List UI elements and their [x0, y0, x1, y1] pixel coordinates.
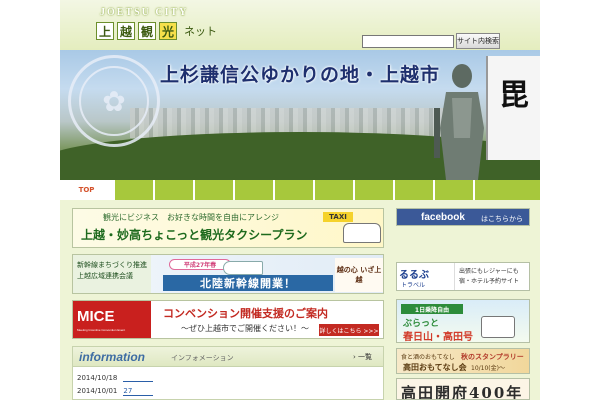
- mice-logo-subtext: Meeting Incentive Convention Event: [77, 328, 126, 332]
- information-header: information インフォメーション › 一覧: [73, 347, 383, 367]
- mice-subtitle: ～ぜひ上越市でご開催ください！～: [181, 324, 309, 333]
- facebook-link[interactable]: facebook はこちらから: [396, 208, 530, 226]
- logo-char: 上: [96, 22, 114, 40]
- nav-tab[interactable]: [395, 180, 435, 200]
- stamp-rally-banner[interactable]: 食と酒のおもてなし 高田おもてなし会 秋のスタンプラリー 10/10(金)～10…: [396, 348, 530, 374]
- train-icon: [223, 261, 263, 275]
- information-title: information: [79, 350, 145, 364]
- info-link[interactable]: [123, 374, 154, 382]
- info-date: 2014/10/01: [77, 387, 118, 395]
- information-all-label: 一覧: [358, 353, 373, 361]
- stamp-title: 秋のスタンプラリー: [461, 353, 524, 361]
- shinkansen-banner[interactable]: 新幹線まちづくり推進 上越広域連携会議 北陸新幹線開業！ 平成27年春 越の心 …: [72, 254, 384, 294]
- bus-title-2: 春日山・高田号: [403, 332, 473, 343]
- site-logo[interactable]: 上 越 観 光 ネット: [96, 22, 217, 40]
- nav-tab[interactable]: [435, 180, 475, 200]
- mice-banner[interactable]: MICE Meeting Incentive Convention Event …: [72, 300, 384, 339]
- site-header: JOETSU CITY 上 越 観 光 ネット サイト内検索: [60, 0, 540, 50]
- info-date: 2014/10/18: [77, 374, 118, 382]
- shinkansen-title: 北陸新幹線開業！: [163, 275, 333, 291]
- information-panel: information インフォメーション › 一覧 2014/10/18 20…: [72, 346, 384, 400]
- stamp-dates: 10/10(金)～10/26(日): [471, 365, 505, 372]
- logo-char: 観: [138, 22, 156, 40]
- taxi-banner-tagline: 観光にビジネス お好きな時間を自由にアレンジ: [103, 213, 279, 222]
- bi-flag: 毘: [486, 56, 540, 160]
- shinkansen-council-label: 新幹線まちづくり推進 上越広域連携会議: [73, 255, 151, 293]
- facebook-note: はこちらから: [481, 215, 523, 223]
- uesugi-crest-icon: ✿: [68, 55, 160, 147]
- nav-tab[interactable]: [235, 180, 275, 200]
- information-subtitle: インフォメーション: [171, 354, 234, 362]
- mice-logo: MICE Meeting Incentive Convention Event: [73, 301, 151, 338]
- hero-banner: ✿ 上杉謙信公ゆかりの地・上越市 毘: [60, 50, 540, 180]
- nav-tab[interactable]: [195, 180, 235, 200]
- page-margin-right: [540, 0, 600, 400]
- facebook-logo: facebook: [421, 212, 465, 223]
- rurubu-logo-text: るるぶ: [399, 270, 429, 281]
- taxi-banner-title: 上越・妙高ちょこっと観光タクシープラン: [81, 228, 308, 242]
- nav-tab[interactable]: [155, 180, 195, 200]
- rurubu-travel-banner[interactable]: るるぶ トラベル 出張にもレジャーにも 宿・ホテル予約サイト: [396, 262, 530, 291]
- list-item: 2014/10/18: [77, 374, 154, 382]
- council-line-1: 新幹線まちづくり推進: [77, 261, 147, 269]
- bus-day-pass-tag: 1日乗降自由: [401, 304, 463, 314]
- taxi-badge: TAXI: [323, 212, 353, 222]
- logo-char: 越: [117, 22, 135, 40]
- council-line-2: 上越広域連携会議: [77, 272, 133, 280]
- bus-icon: [481, 316, 515, 338]
- bus-banner[interactable]: 1日乗降自由 ぶらっと 春日山・高田号: [396, 299, 530, 343]
- statue-icon: [434, 64, 484, 180]
- mice-title: コンベンション開催支援のご案内: [163, 307, 328, 320]
- information-all-link[interactable]: › 一覧: [353, 352, 372, 362]
- takada-400-title: 高田開府400年: [401, 384, 524, 400]
- sparrow-bamboo-icon: ✿: [79, 66, 149, 136]
- nav-tab[interactable]: [315, 180, 355, 200]
- mice-logo-text: MICE: [77, 308, 115, 325]
- hero-title: 上杉謙信公ゆかりの地・上越市: [160, 64, 441, 86]
- mice-details-button[interactable]: 詳しくはこちら >>>: [319, 324, 379, 336]
- stamp-organizer-tagline: 食と酒のおもてなし: [401, 354, 455, 361]
- search-button[interactable]: サイト内検索: [456, 33, 500, 49]
- taxi-plan-banner[interactable]: 観光にビジネス お好きな時間を自由にアレンジ 上越・妙高ちょこっと観光タクシープ…: [72, 208, 384, 248]
- rurubu-logo: るるぶ トラベル: [397, 263, 455, 290]
- rurubu-logo-subtext: トラベル: [401, 282, 426, 289]
- logo-char: 光: [159, 22, 177, 40]
- nav-tab-top[interactable]: TOP: [60, 180, 115, 200]
- nav-tab[interactable]: [115, 180, 155, 200]
- shinkansen-slogan: 越の心 いざ上越: [335, 258, 383, 292]
- logo-suffix: ネット: [184, 25, 217, 38]
- stamp-organizer: 高田おもてなし会: [403, 362, 467, 372]
- logo-subtitle: JOETSU CITY: [100, 7, 189, 18]
- page-container: JOETSU CITY 上 越 観 光 ネット サイト内検索 ✿ 上杉謙信公ゆか…: [60, 0, 540, 400]
- page-margin-left: [0, 0, 60, 400]
- nav-tab[interactable]: [355, 180, 395, 200]
- nav-tab[interactable]: [275, 180, 315, 200]
- list-item: 2014/10/01 27: [77, 387, 154, 396]
- search-input[interactable]: [362, 35, 454, 48]
- main-nav: TOP: [60, 180, 540, 200]
- rurubu-description: 出張にもレジャーにも 宿・ホテル予約サイト: [459, 268, 520, 285]
- takada-400-banner[interactable]: 高田開府400年: [396, 378, 530, 400]
- taxi-icon: [343, 223, 381, 243]
- shinkansen-date-badge: 平成27年春: [169, 259, 231, 270]
- info-link[interactable]: 27: [123, 387, 154, 396]
